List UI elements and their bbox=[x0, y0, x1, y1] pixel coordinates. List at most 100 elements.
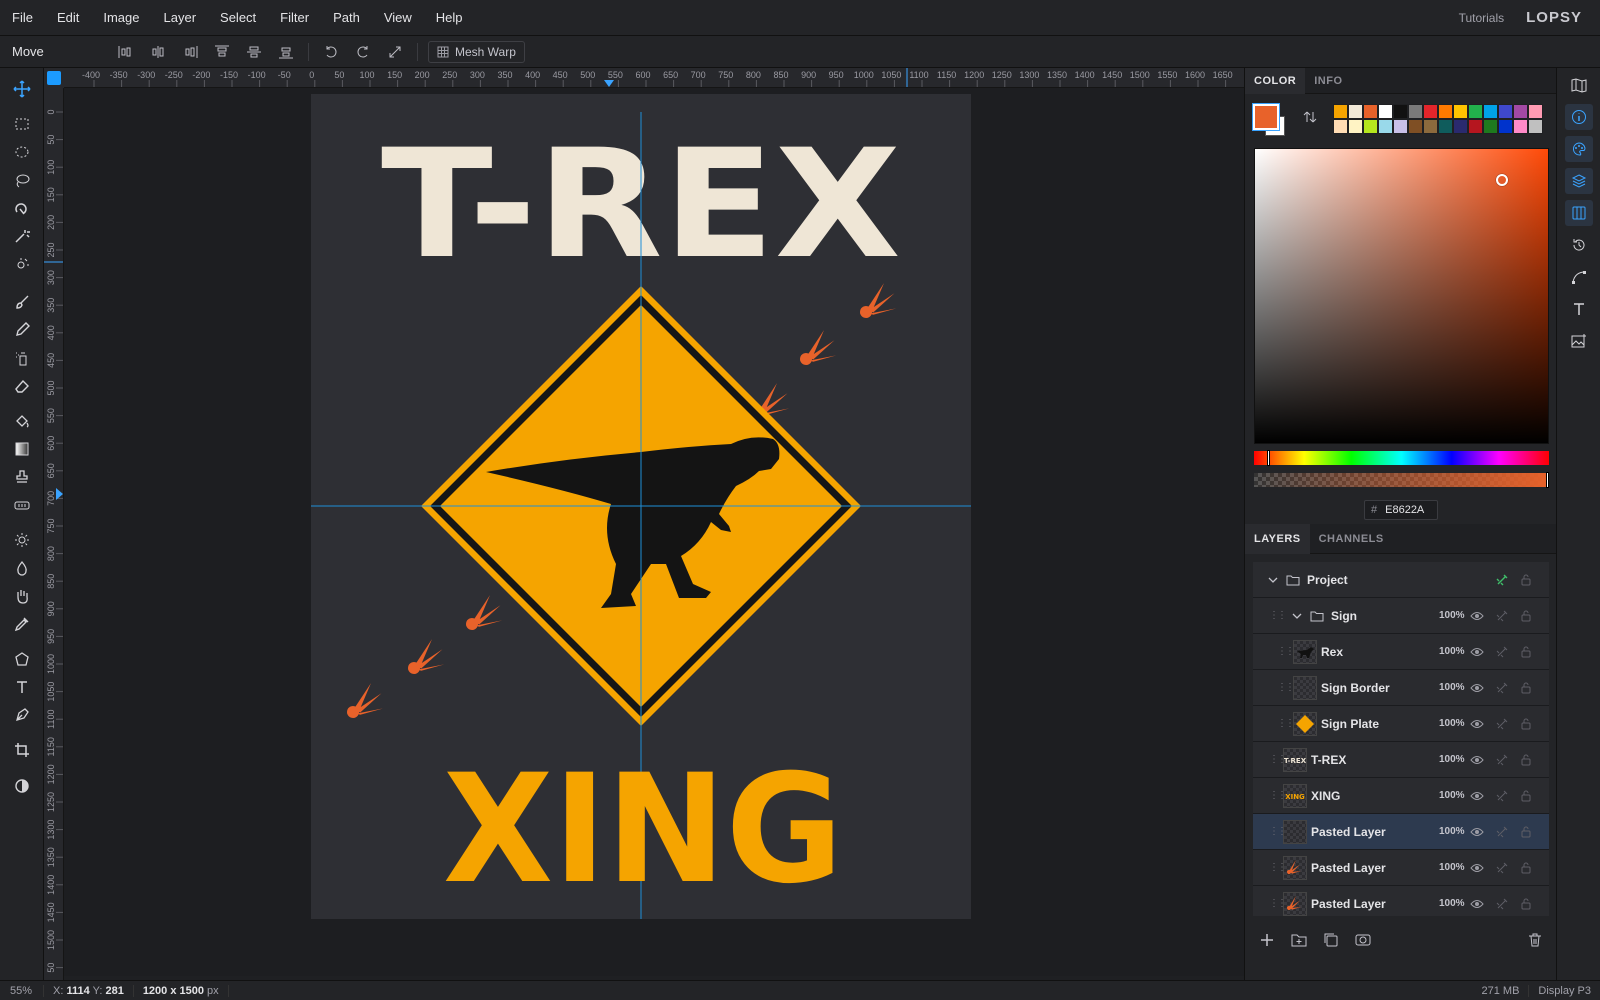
channels-icon[interactable] bbox=[1565, 200, 1593, 226]
palette-swatch[interactable] bbox=[1513, 119, 1528, 134]
align-top-icon[interactable] bbox=[206, 40, 238, 64]
layer-row[interactable]: ⋮⋮ T-REX T-REX 100% bbox=[1253, 742, 1549, 778]
drag-handle-icon[interactable]: ⋮⋮ bbox=[1269, 826, 1287, 837]
layer-opacity[interactable]: 100% bbox=[1439, 754, 1465, 765]
align-center-h-icon[interactable] bbox=[142, 40, 174, 64]
palette-swatch[interactable] bbox=[1348, 119, 1363, 134]
eye-icon[interactable] bbox=[1469, 608, 1485, 624]
drag-handle-icon[interactable]: ⋮⋮ bbox=[1277, 718, 1295, 729]
lock-icon[interactable] bbox=[1518, 680, 1534, 696]
palette-swatch[interactable] bbox=[1468, 104, 1483, 119]
duplicate-layer-icon[interactable] bbox=[1323, 932, 1339, 951]
lock-icon[interactable] bbox=[1518, 788, 1534, 804]
paths-icon[interactable] bbox=[1565, 264, 1593, 290]
layer-opacity[interactable]: 100% bbox=[1439, 898, 1465, 909]
ellipse-select-icon[interactable] bbox=[8, 140, 36, 164]
drag-handle-icon[interactable]: ⋮⋮ bbox=[1277, 682, 1295, 693]
stamp-icon[interactable] bbox=[8, 465, 36, 489]
drag-handle-icon[interactable]: ⋮⋮ bbox=[1269, 862, 1287, 873]
layer-row[interactable]: Project bbox=[1253, 562, 1549, 598]
foreground-color-swatch[interactable] bbox=[1253, 104, 1279, 130]
palette-swatch[interactable] bbox=[1498, 104, 1513, 119]
hue-slider[interactable] bbox=[1254, 450, 1549, 466]
lock-icon[interactable] bbox=[1518, 896, 1534, 912]
alpha-slider[interactable] bbox=[1254, 472, 1549, 488]
menu-layer[interactable]: Layer bbox=[152, 10, 209, 25]
eye-icon[interactable] bbox=[1469, 824, 1485, 840]
layer-row[interactable]: ⋮⋮ Sign Border 100% bbox=[1253, 670, 1549, 706]
image-add-icon[interactable] bbox=[1565, 328, 1593, 354]
drag-handle-icon[interactable]: ⋮⋮ bbox=[1269, 790, 1287, 801]
quick-select-icon[interactable] bbox=[8, 252, 36, 276]
palette-swatch[interactable] bbox=[1333, 104, 1348, 119]
lock-icon[interactable] bbox=[1518, 572, 1534, 588]
artboard[interactable]: T-REX XING bbox=[311, 94, 971, 919]
history-icon[interactable] bbox=[1565, 232, 1593, 258]
palette-swatch[interactable] bbox=[1453, 119, 1468, 134]
palette-swatch[interactable] bbox=[1528, 104, 1543, 119]
layer-opacity[interactable]: 100% bbox=[1439, 646, 1465, 657]
magnetic-lasso-icon[interactable] bbox=[8, 196, 36, 220]
align-bottom-icon[interactable] bbox=[270, 40, 302, 64]
effects-icon[interactable] bbox=[1494, 644, 1510, 660]
layer-opacity[interactable]: 100% bbox=[1439, 682, 1465, 693]
menu-help[interactable]: Help bbox=[424, 10, 475, 25]
canvas-area[interactable]: T-REX XING bbox=[64, 88, 1244, 976]
color-picker-field[interactable] bbox=[1254, 148, 1549, 444]
pencil-icon[interactable] bbox=[8, 318, 36, 342]
lock-icon[interactable] bbox=[1518, 860, 1534, 876]
layer-opacity[interactable]: 100% bbox=[1439, 610, 1465, 621]
palette-swatch[interactable] bbox=[1438, 104, 1453, 119]
tab-color[interactable]: COLOR bbox=[1245, 67, 1306, 94]
heal-icon[interactable] bbox=[8, 493, 36, 517]
palette-swatch[interactable] bbox=[1513, 104, 1528, 119]
eye-icon[interactable] bbox=[1469, 716, 1485, 732]
lasso-icon[interactable] bbox=[8, 168, 36, 192]
eye-icon[interactable] bbox=[1469, 860, 1485, 876]
align-left-icon[interactable] bbox=[110, 40, 142, 64]
contrast-icon[interactable] bbox=[8, 774, 36, 798]
palette-swatch[interactable] bbox=[1363, 104, 1378, 119]
character-icon[interactable] bbox=[1565, 296, 1593, 322]
menu-image[interactable]: Image bbox=[91, 10, 151, 25]
layer-row[interactable]: ⋮⋮ Rex 100% bbox=[1253, 634, 1549, 670]
align-right-icon[interactable] bbox=[174, 40, 206, 64]
lock-icon[interactable] bbox=[1518, 716, 1534, 732]
hex-input[interactable]: # E8622A bbox=[1364, 500, 1438, 520]
drag-handle-icon[interactable]: ⋮⋮ bbox=[1277, 646, 1295, 657]
effects-icon[interactable] bbox=[1494, 608, 1510, 624]
palette-swatch[interactable] bbox=[1483, 104, 1498, 119]
lock-icon[interactable] bbox=[1518, 608, 1534, 624]
color-picker-handle[interactable] bbox=[1496, 174, 1508, 186]
drag-handle-icon[interactable]: ⋮⋮ bbox=[1269, 754, 1287, 765]
eye-icon[interactable] bbox=[1469, 752, 1485, 768]
palette-swatch[interactable] bbox=[1498, 119, 1513, 134]
layer-opacity[interactable]: 100% bbox=[1439, 862, 1465, 873]
palette-swatch[interactable] bbox=[1468, 119, 1483, 134]
menu-view[interactable]: View bbox=[372, 10, 424, 25]
palette-swatch[interactable] bbox=[1393, 104, 1408, 119]
expand-icon[interactable] bbox=[379, 40, 411, 64]
magic-wand-icon[interactable] bbox=[8, 224, 36, 248]
menu-file[interactable]: File bbox=[0, 10, 45, 25]
layer-row[interactable]: ⋮⋮ Pasted Layer 100% bbox=[1253, 814, 1549, 850]
effects-icon[interactable] bbox=[1494, 896, 1510, 912]
eye-icon[interactable] bbox=[1469, 788, 1485, 804]
mask-icon[interactable] bbox=[1355, 932, 1371, 951]
add-group-icon[interactable] bbox=[1291, 932, 1307, 951]
layer-row[interactable]: ⋮⋮ Pasted Layer 100% bbox=[1253, 886, 1549, 916]
palette-swatch[interactable] bbox=[1423, 119, 1438, 134]
menu-path[interactable]: Path bbox=[321, 10, 372, 25]
delete-layer-icon[interactable] bbox=[1527, 932, 1543, 951]
layers-icon[interactable] bbox=[1565, 168, 1593, 194]
layer-row[interactable]: ⋮⋮ Sign 100% bbox=[1253, 598, 1549, 634]
zoom-level[interactable]: 55% bbox=[0, 984, 44, 997]
palette-swatch[interactable] bbox=[1438, 119, 1453, 134]
palette-swatch[interactable] bbox=[1348, 104, 1363, 119]
layer-opacity[interactable]: 100% bbox=[1439, 826, 1465, 837]
lock-icon[interactable] bbox=[1518, 752, 1534, 768]
blur-icon[interactable] bbox=[8, 556, 36, 580]
palette-swatch[interactable] bbox=[1378, 104, 1393, 119]
layer-opacity[interactable]: 100% bbox=[1439, 790, 1465, 801]
palette-swatch[interactable] bbox=[1483, 119, 1498, 134]
